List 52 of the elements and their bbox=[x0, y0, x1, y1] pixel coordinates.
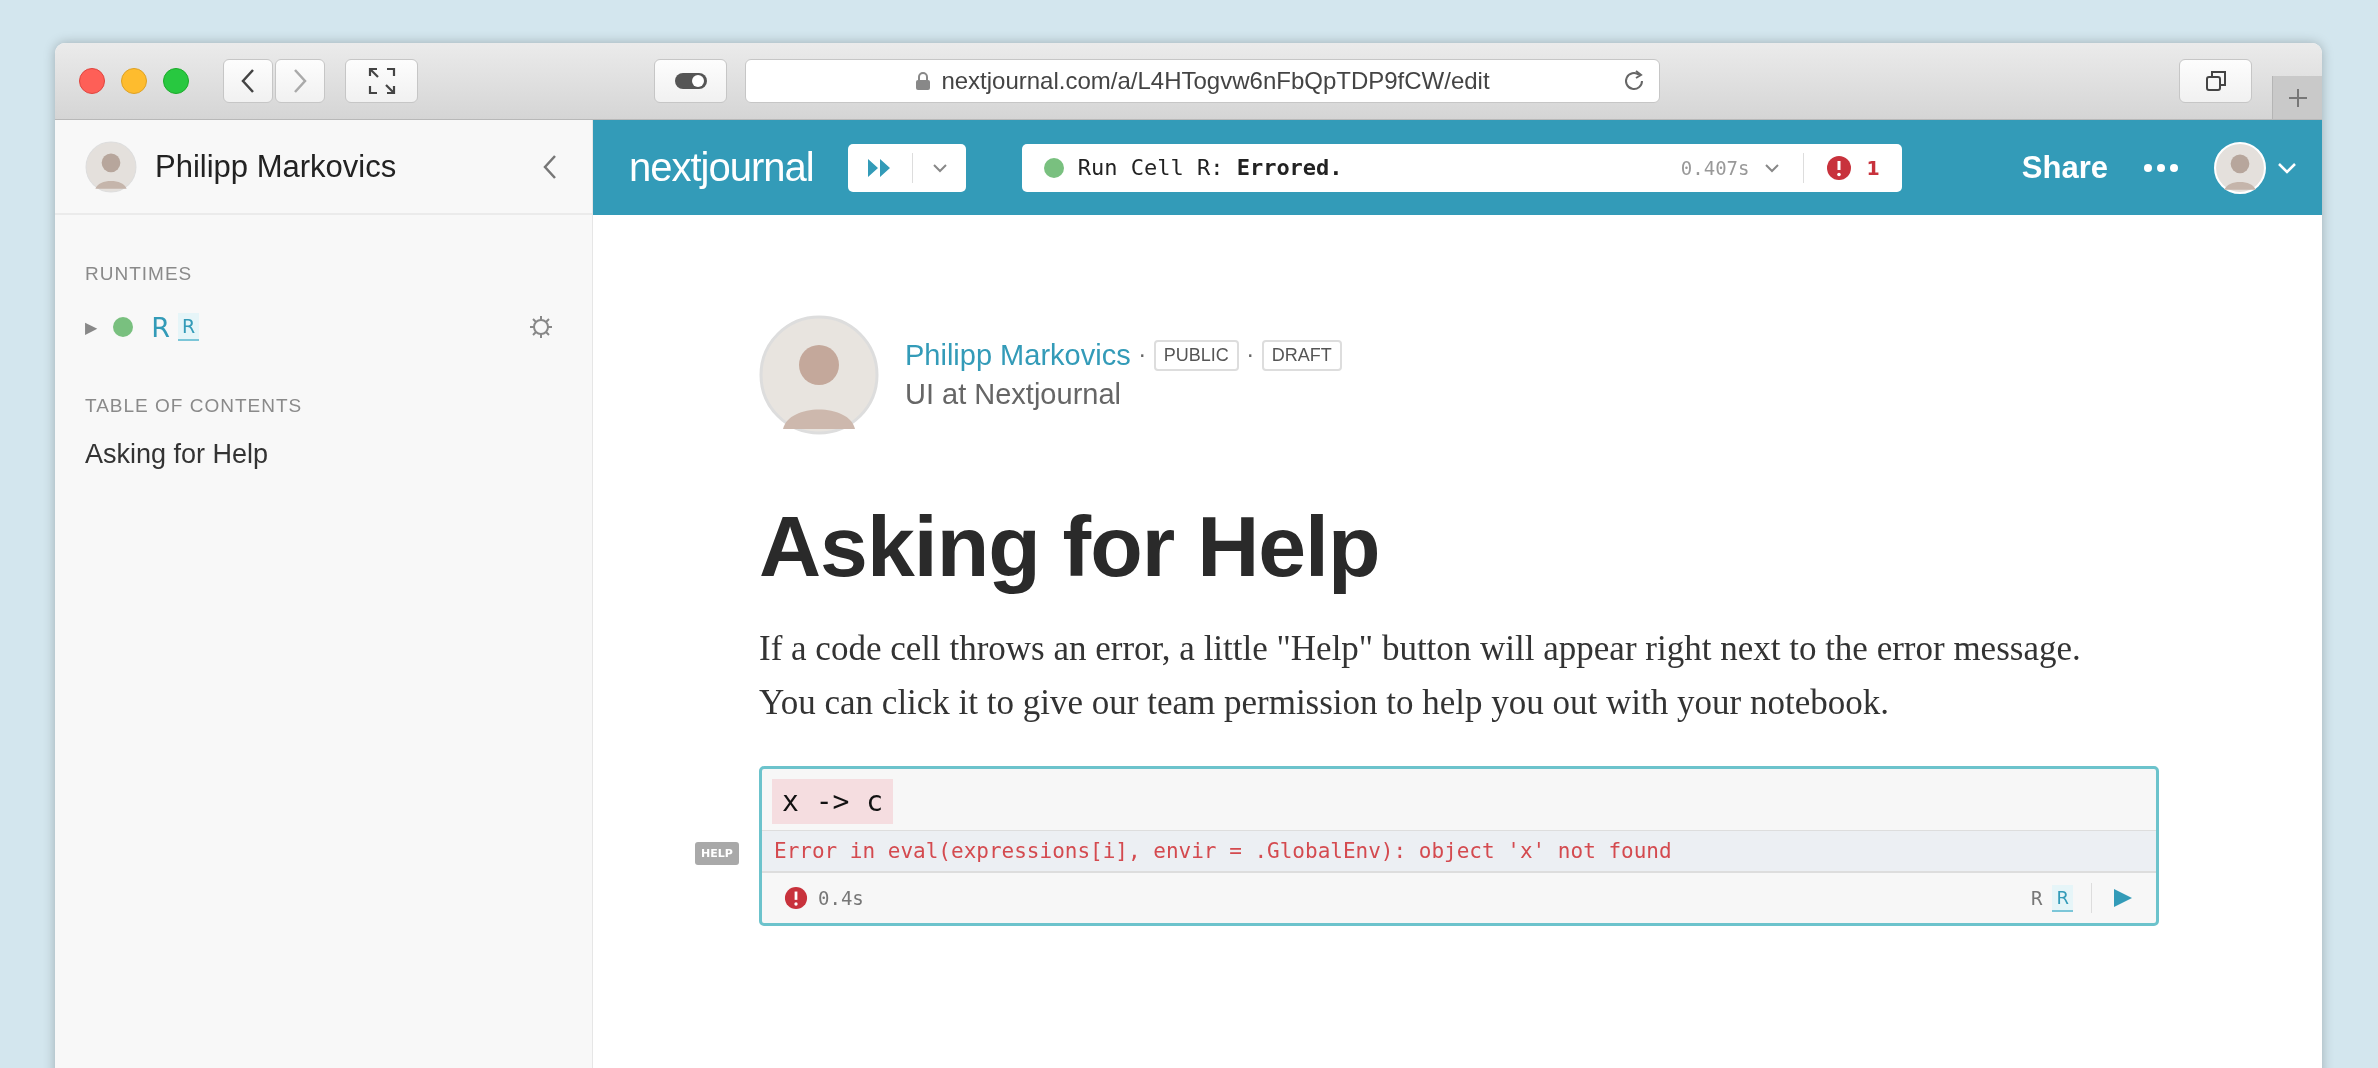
error-icon bbox=[1826, 154, 1853, 181]
status-tag: DRAFT bbox=[1261, 340, 1342, 371]
runtime-badge: R bbox=[2052, 884, 2073, 912]
more-options-icon[interactable] bbox=[2144, 163, 2178, 172]
run-all-button[interactable] bbox=[847, 143, 966, 192]
caret-icon[interactable] bbox=[2276, 160, 2298, 175]
separator-dot: · bbox=[1246, 343, 1254, 368]
caret-icon[interactable] bbox=[1763, 161, 1782, 174]
caret-icon bbox=[930, 161, 949, 174]
address-bar[interactable]: nextjournal.com/a/L4HTogvw6nFbQpTDP9fCW/edit bbox=[745, 59, 1660, 103]
url-text: nextjournal.com/a/L4HTogvw6nFbQpTDP9fCW/edit bbox=[941, 67, 1490, 95]
author-title: UI at Nextjournal bbox=[905, 378, 1122, 411]
minimize-window-button[interactable] bbox=[121, 68, 147, 94]
back-button[interactable] bbox=[223, 59, 273, 103]
paragraph: If a code cell throws an error, a little "Help" button will appear right next to the error message. You can click it to give our team permission to help you out with your notebook. bbox=[759, 628, 2082, 724]
back-chevron-icon bbox=[239, 67, 257, 95]
runtime-badge: R bbox=[178, 313, 200, 341]
runtime-name[interactable]: R bbox=[151, 311, 171, 343]
toc-link[interactable]: Asking for Help bbox=[85, 439, 562, 470]
error-count: 1 bbox=[1866, 156, 1880, 179]
share-button[interactable]: Share bbox=[2021, 149, 2108, 186]
logo[interactable]: nextjournal bbox=[629, 145, 814, 190]
status-panel[interactable]: Run Cell R: Errored. 0.407s 1 bbox=[1021, 143, 1902, 192]
zoom-window-button[interactable] bbox=[163, 68, 189, 94]
new-tab-button[interactable] bbox=[2272, 76, 2322, 119]
error-icon bbox=[784, 886, 808, 910]
user-name: Philipp Markovics bbox=[155, 148, 397, 185]
error-output: Error in eval(expressions[i], envir = .GlobalEnv): object 'x' not found bbox=[762, 830, 2156, 873]
lock-icon bbox=[915, 71, 932, 91]
author-link[interactable]: Philipp Markovics bbox=[905, 339, 1131, 372]
status-message: Run Cell R: Errored. bbox=[1077, 155, 1343, 180]
status-tag: PUBLIC bbox=[1153, 340, 1239, 371]
settings-icon[interactable] bbox=[528, 314, 554, 340]
toggle-icon bbox=[673, 72, 708, 90]
fullscreen-button[interactable] bbox=[345, 59, 418, 103]
run-time: 0.4s bbox=[818, 887, 864, 909]
separator-dot: · bbox=[1138, 343, 1146, 368]
section-heading: RUNTIMES bbox=[85, 263, 194, 285]
user-avatar[interactable] bbox=[85, 140, 137, 193]
section-heading: TABLE OF CONTENTS bbox=[85, 395, 304, 417]
run-time: 0.407s bbox=[1680, 156, 1750, 179]
status-dot bbox=[1043, 157, 1064, 178]
expand-arrow-icon[interactable]: ▶ bbox=[85, 317, 98, 337]
runtime-name: R bbox=[2031, 887, 2043, 909]
tabs-overview-icon bbox=[2203, 69, 2228, 93]
reader-toggle-button[interactable] bbox=[654, 59, 727, 103]
article-title: Asking for Help bbox=[759, 497, 1381, 596]
expand-arrows-icon bbox=[367, 67, 396, 95]
tabs-button[interactable] bbox=[2179, 59, 2252, 103]
help-button[interactable]: HELP bbox=[695, 842, 739, 865]
close-window-button[interactable] bbox=[79, 68, 105, 94]
forward-chevron-icon bbox=[291, 67, 309, 95]
